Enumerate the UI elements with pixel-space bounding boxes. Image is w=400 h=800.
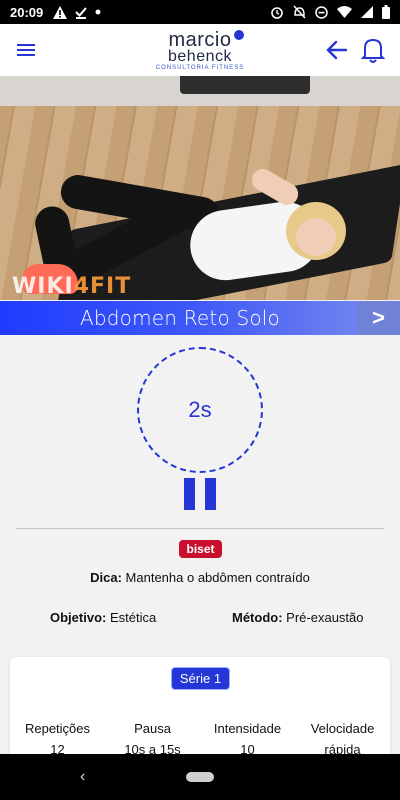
signal-icon	[361, 6, 373, 18]
download-done-icon	[75, 6, 88, 19]
wifi-icon	[337, 6, 352, 18]
series-button[interactable]: Série 1	[171, 667, 230, 690]
logo-line3: CONSULTORIA FITNESS	[155, 65, 245, 71]
status-time: 20:09	[10, 4, 44, 20]
pause-bar-right	[205, 478, 216, 510]
battery-icon	[382, 5, 390, 19]
method-label: Método:	[232, 610, 283, 625]
do-not-disturb-icon	[315, 5, 328, 19]
method-badge: biset	[179, 540, 222, 558]
timer-circle: 2s	[137, 347, 263, 473]
next-exercise-button[interactable]: >	[357, 301, 400, 335]
app-logo: marcio behenck CONSULTORIA FITNESS	[150, 30, 250, 72]
pause-icon[interactable]	[184, 478, 216, 510]
alarm-icon	[270, 5, 284, 19]
video-watermark: WIKI4FIT	[12, 274, 131, 299]
system-back-icon[interactable]: ‹	[80, 768, 85, 786]
stat-pause: Pausa 10s a 15s	[105, 721, 200, 757]
exercise-title: Abdomen Reto Solo	[80, 306, 280, 330]
back-arrow-icon[interactable]	[324, 37, 350, 63]
tip-label: Dica:	[90, 570, 122, 585]
watermark-part1: WIKI	[12, 274, 74, 299]
stat-label: Repetições	[24, 721, 91, 736]
logo-line2: behenck	[168, 48, 232, 65]
stat-intensity: Intensidade 10	[200, 721, 295, 757]
timer-value: 2s	[188, 397, 212, 422]
bench	[180, 76, 310, 94]
menu-icon[interactable]	[14, 38, 38, 62]
tip-text: Mantenha o abdômen contraído	[125, 570, 310, 585]
exercise-title-bar: Abdomen Reto Solo >	[0, 301, 400, 335]
stat-label: Intensidade	[213, 721, 282, 736]
stat-label: Velocidade	[310, 721, 375, 736]
pause-bar-left	[184, 478, 195, 510]
logo-mark-icon	[234, 30, 244, 40]
stat-repetitions: Repetições 12	[10, 721, 105, 757]
notifications-off-icon	[293, 5, 306, 19]
stat-label: Pausa	[134, 721, 171, 736]
divider	[16, 528, 384, 529]
watermark-part2: 4FIT	[73, 274, 132, 299]
stat-speed: Velocidade rápida	[295, 721, 390, 757]
method-value: Pré-exaustão	[286, 610, 364, 625]
exercise-tip: Dica: Mantenha o abdômen contraído	[0, 570, 400, 585]
status-bar: 20:09	[0, 0, 400, 24]
app-bar: marcio behenck CONSULTORIA FITNESS	[0, 24, 400, 76]
objective-label: Objetivo:	[50, 610, 107, 625]
dot-icon	[95, 9, 101, 15]
warning-icon	[53, 5, 68, 19]
face	[296, 218, 336, 256]
method: Método: Pré-exaustão	[232, 610, 364, 625]
exercise-video[interactable]	[0, 76, 400, 300]
bell-icon[interactable]	[360, 36, 386, 64]
objective-value: Estética	[109, 610, 157, 625]
system-nav-bar: ‹	[0, 754, 400, 800]
system-home-pill[interactable]	[186, 772, 214, 782]
objective: Objetivo: Estética	[50, 610, 156, 625]
series-stats: Repetições 12 Pausa 10s a 15s Intensidad…	[10, 721, 390, 757]
